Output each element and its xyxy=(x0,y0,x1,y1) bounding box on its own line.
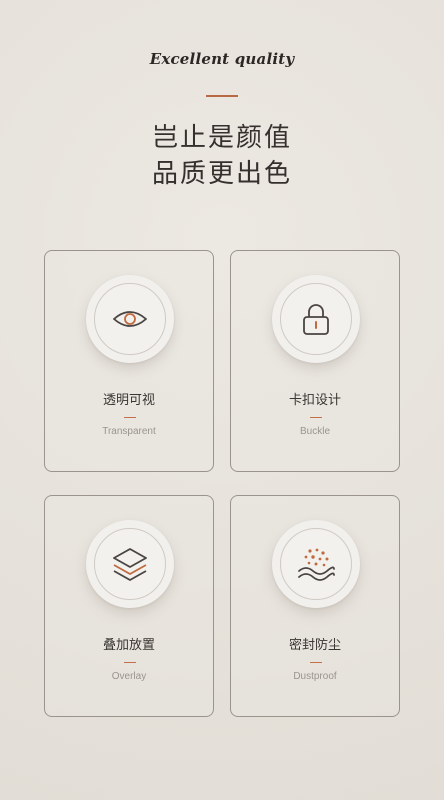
icon-disc xyxy=(86,275,174,363)
layers-icon xyxy=(113,548,147,581)
icon-disc xyxy=(272,275,360,363)
dust-icon xyxy=(298,548,335,581)
english-title: Excellent quality xyxy=(149,50,295,68)
icon-disc xyxy=(272,520,360,608)
feature-subtitle: Transparent xyxy=(102,426,156,437)
feature-subtitle: Dustproof xyxy=(293,671,337,682)
feature-card-transparent: 透明可视 Transparent xyxy=(44,250,214,472)
feature-card-dustproof: 密封防尘 Dustproof xyxy=(230,495,400,717)
title-divider xyxy=(206,95,238,97)
feature-card-overlay: 叠加放置 Overlay xyxy=(44,495,214,717)
feature-divider xyxy=(310,662,322,663)
chinese-title-line-2: 品质更出色 xyxy=(151,159,292,189)
feature-divider xyxy=(310,417,322,418)
feature-title: 卡扣设计 xyxy=(288,393,341,408)
feature-subtitle: Buckle xyxy=(299,426,330,437)
feature-title: 叠加放置 xyxy=(102,638,155,653)
icon-disc xyxy=(86,520,174,608)
lock-icon xyxy=(303,304,329,335)
feature-card-buckle: 卡扣设计 Buckle xyxy=(230,250,400,472)
feature-divider xyxy=(124,662,136,663)
feature-title: 密封防尘 xyxy=(288,638,341,653)
chinese-title: 岂止是颜值 品质更出色 xyxy=(0,120,444,192)
eye-icon xyxy=(113,311,147,327)
feature-divider xyxy=(124,417,136,418)
feature-title: 透明可视 xyxy=(102,393,155,408)
feature-subtitle: Overlay xyxy=(111,671,147,682)
chinese-title-line-1: 岂止是颜值 xyxy=(151,123,292,153)
